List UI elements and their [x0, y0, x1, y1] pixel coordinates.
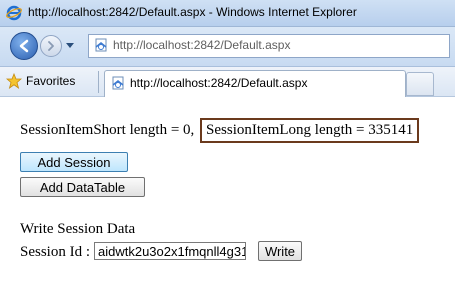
new-tab-button[interactable]: [406, 72, 434, 96]
ie-logo-icon: [6, 5, 22, 21]
tab-default-aspx[interactable]: http://localhost:2842/Default.aspx: [104, 70, 406, 97]
star-icon: [6, 73, 22, 89]
page-icon: [95, 38, 107, 52]
address-text: http://localhost:2842/Default.aspx: [113, 38, 291, 52]
favorites-button[interactable]: Favorites: [6, 71, 75, 91]
write-section-title: Write Session Data: [20, 221, 136, 237]
session-id-input[interactable]: aidwtk2u3o2x1fmqnll4g31: [94, 242, 246, 260]
session-id-label: Session Id :: [20, 244, 91, 260]
back-button[interactable]: [10, 32, 38, 60]
history-dropdown-icon[interactable]: [66, 41, 74, 49]
window-title: http://localhost:2842/Default.aspx - Win…: [28, 5, 357, 19]
session-long-length-text: SessionItemLong length = 335141: [200, 118, 420, 143]
navigation-bar: http://localhost:2842/Default.aspx: [0, 27, 455, 67]
toolbar-separator: [98, 71, 99, 93]
favorites-bar: Favorites http://localhost:2842/Default.…: [0, 67, 455, 97]
page-icon: [112, 76, 124, 90]
write-button[interactable]: Write: [258, 241, 302, 261]
title-bar: http://localhost:2842/Default.aspx - Win…: [0, 0, 455, 27]
favorites-label: Favorites: [26, 74, 76, 88]
session-short-length-text: SessionItemShort length = 0,: [20, 122, 195, 138]
tab-label: http://localhost:2842/Default.aspx: [130, 76, 308, 90]
add-session-button[interactable]: Add Session: [20, 152, 128, 172]
back-arrow-icon: [19, 39, 29, 53]
forward-button[interactable]: [40, 35, 62, 57]
add-datatable-button[interactable]: Add DataTable: [20, 177, 145, 197]
forward-arrow-icon: [48, 41, 54, 51]
address-bar[interactable]: http://localhost:2842/Default.aspx: [88, 34, 450, 58]
session-length-line: SessionItemShort length = 0, SessionItem…: [20, 118, 420, 143]
page-content: SessionItemShort length = 0, SessionItem…: [0, 97, 455, 287]
